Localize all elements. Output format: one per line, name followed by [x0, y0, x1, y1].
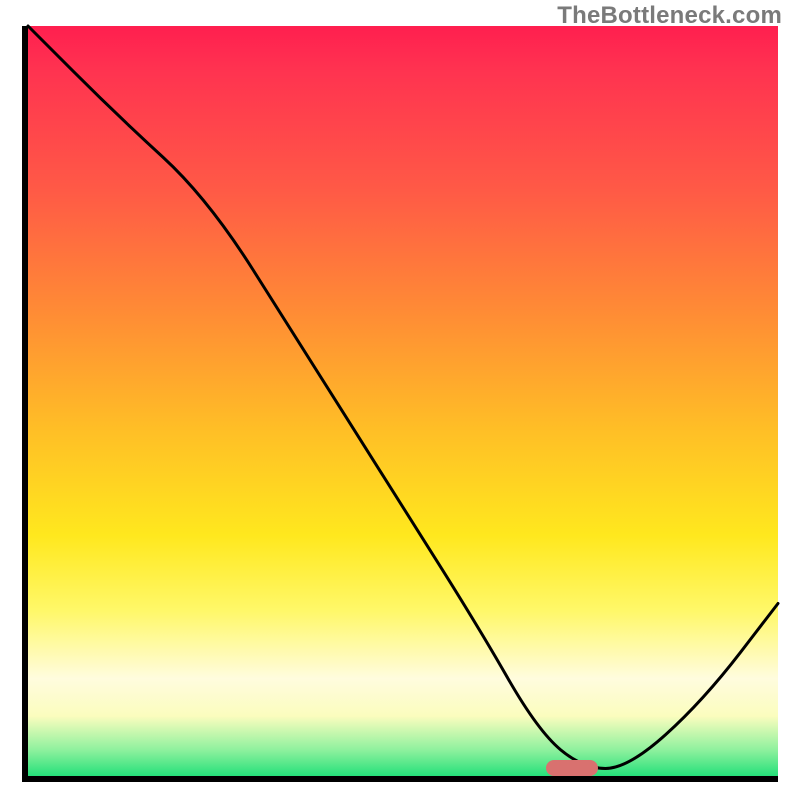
chart-container: TheBottleneck.com — [0, 0, 800, 800]
curve-path — [28, 26, 778, 768]
optimum-marker — [546, 760, 598, 776]
line-series — [28, 26, 778, 776]
plot-area — [22, 26, 778, 782]
